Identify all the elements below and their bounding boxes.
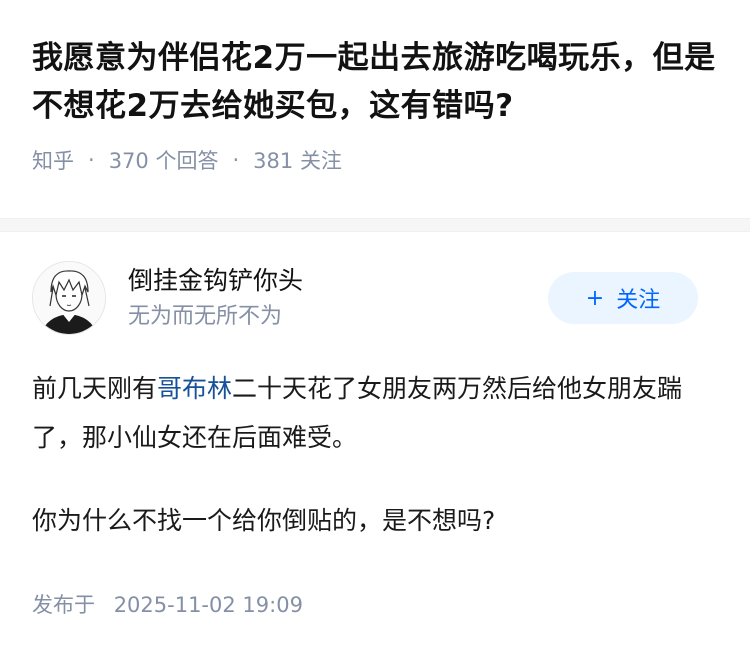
question-header: 我愿意为伴侣花2万一起出去旅游吃喝玩乐，但是不想花2万去给她买包，这有错吗? 知… (0, 0, 750, 218)
publish-label: 发布于 (32, 593, 95, 617)
follow-button-label: 关注 (616, 288, 661, 313)
anime-avatar-icon[interactable] (32, 261, 106, 335)
author-info: 倒挂金钩铲你头 无为而无所不为 (128, 263, 548, 333)
question-title[interactable]: 我愿意为伴侣花2万一起出去旅游吃喝玩乐，但是不想花2万去给她买包，这有错吗? (32, 34, 718, 130)
answer-paragraph: 前几天刚有哥布林二十天花了女朋友两万然后给他女朋友踹了，那小仙女还在后面难受。 (32, 364, 718, 462)
author-bio: 无为而无所不为 (128, 304, 283, 329)
meta-separator: · (88, 148, 95, 172)
follow-count-value: 381 (253, 149, 294, 173)
meta-separator: · (232, 148, 240, 172)
para1-text-before: 前几天刚有 (32, 374, 158, 403)
avatar-illustration (33, 262, 105, 334)
follow-count[interactable]: 381 关注 (253, 145, 342, 175)
answers-count[interactable]: 370 个回答 (109, 145, 219, 175)
section-divider (0, 218, 750, 232)
answers-count-value: 370 (108, 149, 149, 173)
author-row: 倒挂金钩铲你头 无为而无所不为 + 关注 (32, 258, 718, 338)
keyword-link[interactable]: 哥布林 (157, 374, 232, 403)
follow-count-label: 关注 (299, 149, 342, 173)
answers-count-label: 个回答 (155, 149, 219, 173)
source-label[interactable]: 知乎 (32, 145, 74, 175)
publish-datetime: 2025-11-02 19:09 (113, 593, 303, 617)
plus-icon: + (585, 285, 605, 311)
author-name[interactable]: 倒挂金钩铲你头 (128, 263, 548, 299)
answer-content: 前几天刚有哥布林二十天花了女朋友两万然后给他女朋友踹了，那小仙女还在后面难受。 … (32, 364, 718, 545)
follow-button[interactable]: + 关注 (548, 272, 698, 324)
answer-paragraph: 你为什么不找一个给你倒贴的，是不想吗? (32, 506, 496, 535)
answer-card: 倒挂金钩铲你头 无为而无所不为 + 关注 前几天刚有哥布林二十天花了女朋友两万然… (0, 258, 750, 619)
question-meta: 知乎 · 370 个回答 · 381 关注 (32, 145, 718, 175)
publish-time: 发布于 2025-11-02 19:09 (32, 589, 718, 619)
